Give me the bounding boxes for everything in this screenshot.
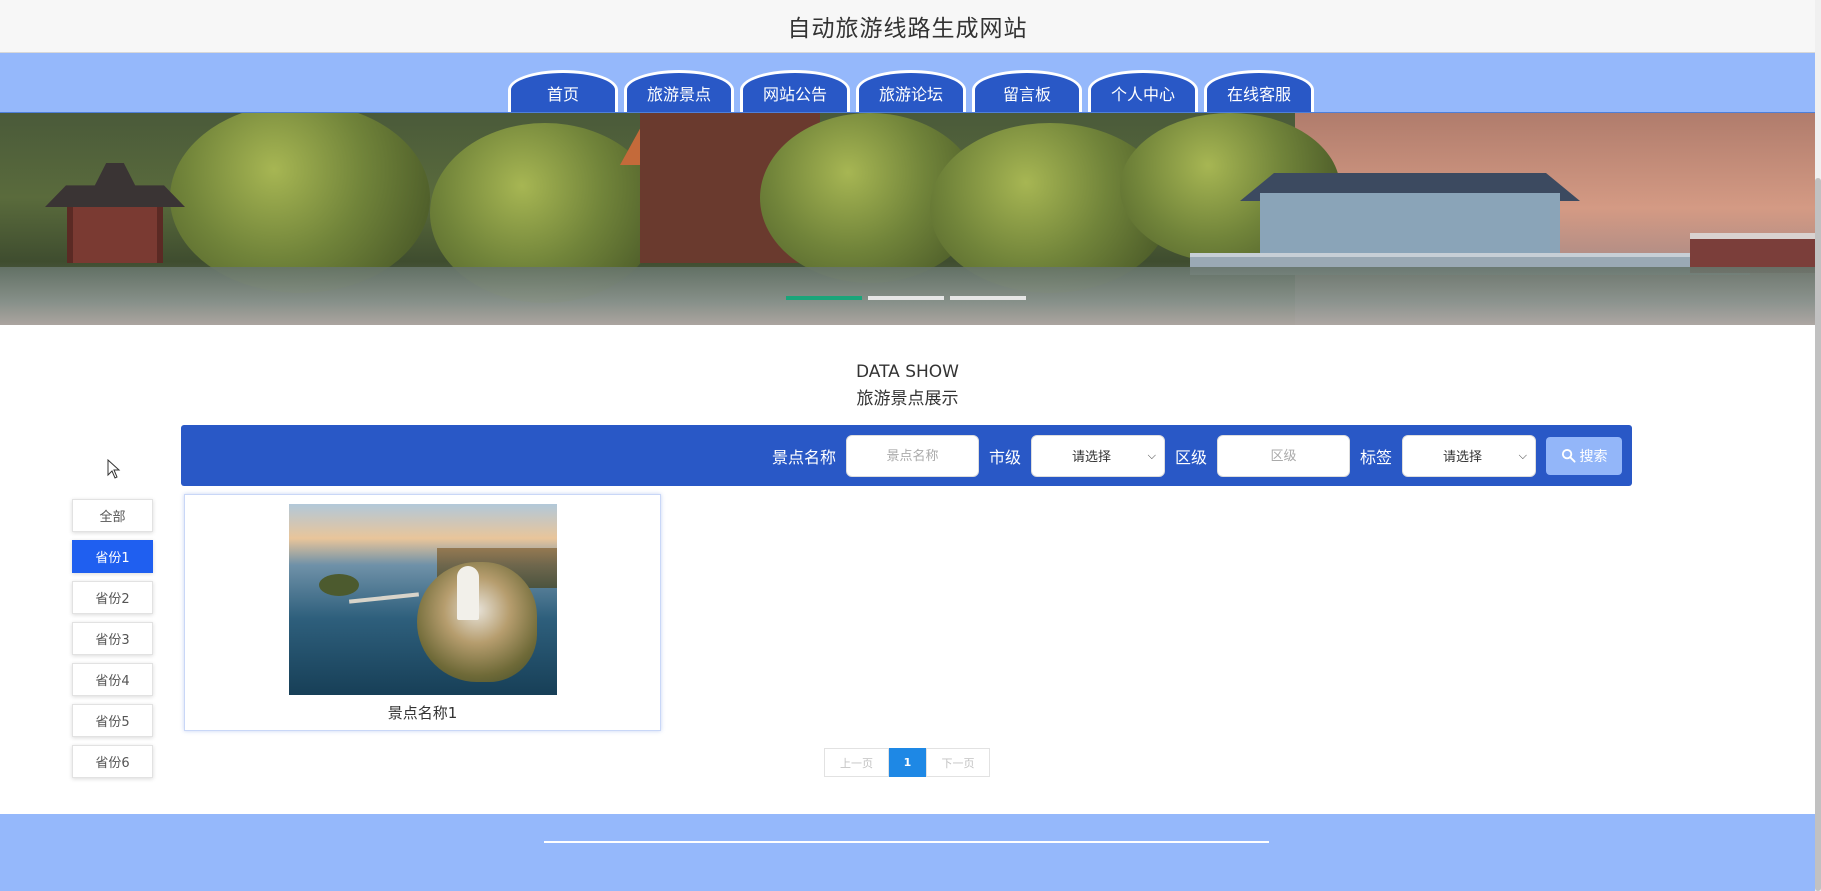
carousel-dot[interactable]	[868, 296, 944, 300]
category-item[interactable]: 省份1	[72, 540, 153, 573]
search-bar: 景点名称 市级 请选择 ⌵ 区级 标签 请选择 ⌵ 搜索	[181, 425, 1632, 486]
search-icon	[1561, 448, 1576, 463]
city-select[interactable]: 请选择 ⌵	[1030, 434, 1165, 477]
pagination: 上一页 1 下一页	[824, 748, 990, 777]
banner-carousel[interactable]	[0, 113, 1815, 325]
footer	[0, 814, 1815, 891]
banner-tree	[170, 113, 430, 293]
section-title-cn: 旅游景点展示	[856, 389, 959, 409]
scrollbar-thumb[interactable]	[1815, 178, 1821, 891]
category-item[interactable]: 省份2	[72, 581, 153, 614]
city-label: 市级	[988, 447, 1021, 467]
category-list: 全部 省份1 省份2 省份3 省份4 省份5 省份6	[72, 499, 153, 778]
tag-select[interactable]: 请选择 ⌵	[1402, 434, 1536, 477]
category-item[interactable]: 省份4	[72, 663, 153, 696]
attraction-card[interactable]: 景点名称1	[184, 494, 661, 731]
nav-tab-forum[interactable]: 旅游论坛	[856, 70, 966, 112]
search-button[interactable]: 搜索	[1546, 436, 1622, 475]
category-item[interactable]: 省份6	[72, 745, 153, 778]
page: 自动旅游线路生成网站 首页 旅游景点 网站公告 旅游论坛 留言板 个人中心 在线…	[0, 0, 1821, 891]
carousel-dot[interactable]	[950, 296, 1026, 300]
banner-pavilion	[45, 163, 185, 263]
search-button-label: 搜索	[1579, 448, 1608, 465]
attraction-image[interactable]	[289, 504, 557, 695]
name-label: 景点名称	[771, 447, 836, 467]
chevron-down-icon: ⌵	[1518, 448, 1527, 462]
nav-tab-home[interactable]: 首页	[508, 70, 618, 112]
carousel-dot[interactable]	[786, 296, 862, 300]
district-label: 区级	[1174, 447, 1207, 467]
nav-tab-message-board[interactable]: 留言板	[972, 70, 1082, 112]
nav-tab-profile[interactable]: 个人中心	[1088, 70, 1198, 112]
tag-select-value: 请选择	[1443, 450, 1483, 465]
attraction-name[interactable]: 景点名称1	[185, 702, 660, 723]
category-all[interactable]: 全部	[72, 499, 153, 532]
city-select-value: 请选择	[1071, 450, 1111, 465]
carousel-indicators	[786, 296, 1026, 300]
prev-page-button[interactable]: 上一页	[824, 748, 889, 777]
nav-tab-announcements[interactable]: 网站公告	[740, 70, 850, 112]
page-scrollbar[interactable]	[1815, 0, 1821, 891]
nav-tab-attractions[interactable]: 旅游景点	[624, 70, 734, 112]
category-item[interactable]: 省份5	[72, 704, 153, 737]
district-input[interactable]	[1216, 434, 1350, 477]
category-item[interactable]: 省份3	[72, 622, 153, 655]
tag-label: 标签	[1359, 447, 1392, 467]
nav-tab-customer-service[interactable]: 在线客服	[1204, 70, 1314, 112]
footer-divider	[544, 841, 1269, 843]
site-header: 自动旅游线路生成网站	[0, 0, 1815, 53]
next-page-button[interactable]: 下一页	[926, 748, 990, 777]
site-title: 自动旅游线路生成网站	[787, 16, 1028, 42]
chevron-down-icon: ⌵	[1147, 448, 1156, 462]
page-number-button[interactable]: 1	[889, 748, 926, 777]
section-title-en: DATA SHOW	[856, 362, 959, 382]
name-search-input[interactable]	[845, 434, 979, 477]
mouse-pointer-icon	[107, 459, 121, 479]
main-nav: 首页 旅游景点 网站公告 旅游论坛 留言板 个人中心 在线客服	[0, 53, 1815, 113]
